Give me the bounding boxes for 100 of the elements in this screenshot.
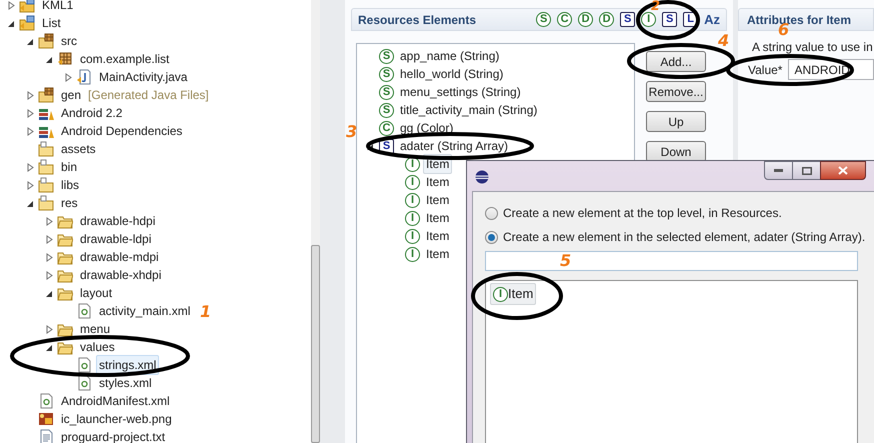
type-badge[interactable]: S [620, 12, 636, 27]
expanded-arrow-icon[interactable] [45, 54, 54, 64]
tree-item[interactable]: app_name (String) [397, 46, 502, 66]
expanded-arrow-icon[interactable] [45, 288, 54, 298]
tree-item[interactable]: menu_settings (String) [397, 82, 524, 102]
tree-item-decoration: [Generated Java Files] [88, 87, 209, 104]
project-icon [19, 0, 35, 13]
type-badge[interactable]: S [536, 12, 552, 27]
expanded-arrow-icon[interactable] [26, 36, 35, 46]
minimize-icon [774, 169, 783, 172]
tree-item[interactable]: List [39, 13, 64, 33]
tree-item[interactable]: ic_launcher-web.png [58, 409, 175, 429]
close-icon [838, 166, 848, 175]
type-badge[interactable]: I [641, 12, 656, 27]
collapsed-arrow-icon[interactable] [45, 234, 54, 244]
collapsed-arrow-icon[interactable] [45, 216, 54, 226]
tree-item[interactable]: values [77, 337, 118, 357]
maximize-button[interactable] [793, 161, 820, 180]
push-button[interactable]: Down [646, 141, 706, 162]
tree-item[interactable]: Item [423, 244, 452, 264]
tree-item[interactable]: title_activity_main (String) [397, 100, 540, 120]
type-badge: I [405, 210, 420, 226]
annotation-number: 3 [346, 124, 358, 140]
tree-item[interactable]: drawable-xhdpi [77, 265, 164, 285]
type-badge: I [405, 228, 420, 244]
type-badge: S [379, 102, 394, 118]
tree-item[interactable]: Item [423, 172, 452, 192]
xml-file-icon [76, 375, 92, 391]
radio-option[interactable]: Create a new element at the top level, in Resources. [485, 204, 874, 222]
type-badge[interactable]: S [662, 12, 678, 27]
expanded-arrow-icon[interactable] [26, 198, 35, 208]
tree-item[interactable]: res [58, 193, 81, 213]
type-badge: I [405, 174, 420, 190]
tree-item[interactable]: styles.xml [96, 373, 155, 393]
tree-item[interactable]: Item [423, 190, 452, 210]
collapsed-arrow-icon[interactable] [26, 180, 35, 190]
tree-item[interactable]: src [58, 31, 80, 51]
push-button[interactable]: Up [646, 111, 706, 132]
minimize-button[interactable] [764, 161, 793, 180]
folder-icon [38, 195, 54, 211]
annotation-number: 4 [718, 33, 730, 49]
tree-item[interactable]: bin [58, 157, 80, 177]
package-folder-icon [38, 87, 54, 103]
java-file-icon [76, 69, 92, 85]
tree-item[interactable]: Item [423, 208, 452, 228]
tree-item[interactable]: activity_main.xml [96, 301, 194, 321]
tree-item[interactable]: Item [423, 226, 452, 246]
description-text: A string value to use in [752, 39, 874, 56]
collapsed-arrow-icon[interactable] [7, 0, 16, 10]
tree-item[interactable]: drawable-hdpi [77, 211, 158, 231]
tree-item[interactable]: Android 2.2 [58, 103, 126, 123]
tree-item[interactable]: menu [77, 319, 114, 339]
annotation-number: 1 [200, 304, 212, 320]
type-badge: C [379, 120, 394, 136]
collapsed-arrow-icon[interactable] [45, 324, 54, 334]
scrollbar[interactable] [311, 0, 320, 443]
tree-item[interactable]: gen [58, 85, 84, 105]
annotation-ellipse [636, 0, 700, 40]
sort-button[interactable]: Az [704, 12, 720, 27]
type-badge[interactable]: D [578, 12, 594, 27]
expanded-arrow-icon[interactable] [7, 18, 16, 28]
folder-icon [38, 159, 54, 175]
tree-item[interactable]: adater (String Array) [397, 136, 512, 156]
tree-item[interactable]: com.example.list [77, 49, 172, 69]
tree-item[interactable]: Android Dependencies [58, 121, 186, 141]
collapsed-arrow-icon[interactable] [45, 270, 54, 280]
tree-item[interactable]: drawable-mdpi [77, 247, 162, 267]
project-icon [19, 15, 35, 31]
push-button[interactable]: Add... [646, 51, 706, 72]
expanded-arrow-icon[interactable] [45, 342, 54, 352]
type-badge[interactable]: D [599, 12, 614, 27]
section-title: Resources Elements [358, 12, 476, 28]
tree-item[interactable]: layout [77, 283, 116, 303]
collapsed-arrow-icon[interactable] [64, 72, 73, 82]
radio-option[interactable]: Create a new element in the selected element, adater (String Array). [485, 228, 874, 246]
tree-item[interactable]: AndroidManifest.xml [58, 391, 173, 411]
collapsed-arrow-icon[interactable] [26, 126, 35, 136]
type-badge: I [493, 286, 508, 302]
tree-item[interactable]: assets [58, 139, 99, 159]
type-badge: S [379, 48, 394, 64]
push-button[interactable]: Remove... [646, 81, 706, 102]
element-entry[interactable]: I Item [490, 283, 536, 305]
image-file-icon [38, 411, 54, 427]
tree-item[interactable]: hello_world (String) [397, 64, 506, 84]
tree-item[interactable]: drawable-ldpi [77, 229, 154, 249]
type-badge: S [379, 66, 394, 82]
tree-item[interactable]: libs [58, 175, 82, 195]
type-badge[interactable]: C [557, 12, 572, 27]
tree-item[interactable]: MainActivity.java [96, 67, 190, 87]
close-button[interactable] [820, 161, 866, 180]
name-field[interactable] [485, 251, 858, 271]
type-badge: S [379, 84, 394, 100]
maximize-icon [802, 166, 812, 174]
folder-icon [38, 177, 54, 193]
collapsed-arrow-icon[interactable] [26, 108, 35, 118]
tree-item[interactable]: KML1 [39, 0, 76, 15]
collapsed-arrow-icon[interactable] [45, 252, 54, 262]
collapsed-arrow-icon[interactable] [26, 90, 35, 100]
expanded-arrow-icon[interactable] [366, 142, 374, 150]
collapsed-arrow-icon[interactable] [26, 162, 35, 172]
